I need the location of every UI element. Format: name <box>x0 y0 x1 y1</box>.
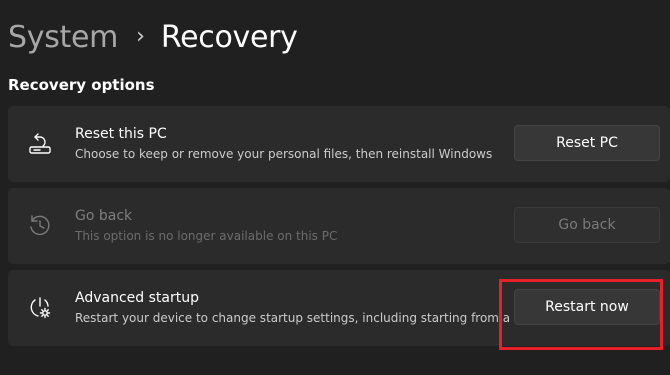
breadcrumb-separator-icon: › <box>136 23 145 49</box>
go-back-card: Go back This option is no longer availab… <box>8 188 670 264</box>
reset-this-pc-description: Choose to keep or remove your personal f… <box>75 147 493 161</box>
go-back-history-icon <box>26 212 54 240</box>
advanced-startup-icon <box>26 294 54 322</box>
reset-pc-icon <box>26 130 54 158</box>
breadcrumb: System › Recovery <box>8 14 298 60</box>
section-title: Recovery options <box>8 76 155 94</box>
advanced-startup-card: Advanced startup Restart your device to … <box>8 270 670 346</box>
go-back-description: This option is no longer available on th… <box>75 229 338 243</box>
restart-now-button[interactable]: Restart now <box>514 289 660 325</box>
go-back-title: Go back <box>75 208 133 224</box>
page-title: Recovery <box>160 19 298 55</box>
reset-pc-button[interactable]: Reset PC <box>514 125 660 161</box>
advanced-startup-title: Advanced startup <box>75 290 199 306</box>
reset-this-pc-card: Reset this PC Choose to keep or remove y… <box>8 106 670 182</box>
reset-this-pc-title: Reset this PC <box>75 126 167 142</box>
go-back-button[interactable]: Go back <box>514 207 660 243</box>
settings-page: System › Recovery Recovery options Reset… <box>0 0 670 375</box>
breadcrumb-system-link[interactable]: System <box>8 20 118 55</box>
